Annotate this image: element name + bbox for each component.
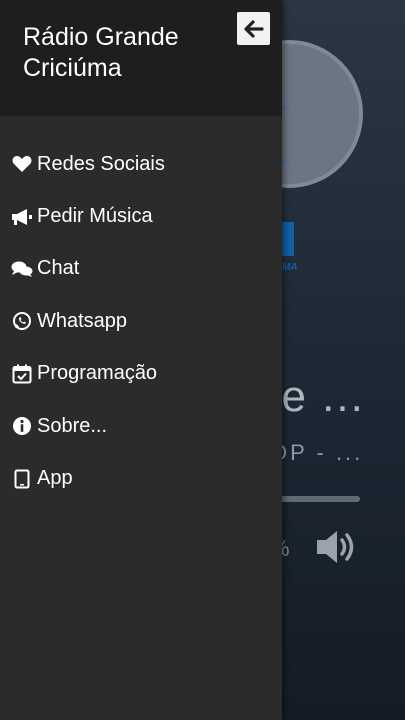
arrow-left-icon	[243, 19, 264, 38]
menu-item-app[interactable]: App	[0, 452, 282, 504]
menu-item-label: Pedir Música	[37, 205, 153, 228]
calendar-check-icon	[11, 363, 33, 385]
menu-item-label: Sobre...	[37, 414, 108, 437]
menu-item-chat[interactable]: Chat	[0, 243, 282, 295]
menu-item-whatsapp[interactable]: Whatsapp	[0, 295, 282, 347]
drawer-menu: Redes Sociais Pedir Música Chat Whatsapp…	[0, 138, 282, 505]
menu-item-sobre[interactable]: Sobre...	[0, 400, 282, 452]
menu-item-label: Chat	[37, 257, 80, 280]
logo-tag: MA	[282, 262, 298, 273]
close-drawer-button[interactable]	[237, 12, 270, 45]
now-playing-subtitle: OP - ...	[270, 440, 364, 465]
heart-icon	[11, 153, 33, 175]
drawer-title: Rádio Grande Criciúma	[23, 23, 179, 82]
chat-icon	[11, 258, 33, 280]
megaphone-icon	[11, 206, 33, 228]
menu-item-label: App	[37, 467, 73, 490]
tablet-icon	[11, 468, 33, 490]
volume-icon[interactable]	[315, 528, 361, 571]
menu-item-label: Programação	[37, 362, 158, 385]
nav-drawer: Rádio Grande Criciúma Redes Sociais Pedi…	[0, 0, 282, 720]
menu-item-label: Redes Sociais	[37, 152, 165, 175]
menu-item-programacao[interactable]: Programação	[0, 348, 282, 400]
info-icon	[11, 415, 33, 437]
whatsapp-icon	[11, 310, 33, 332]
menu-item-redes-sociais[interactable]: Redes Sociais	[0, 138, 282, 190]
menu-item-label: Whatsapp	[37, 309, 128, 332]
progress-bar[interactable]	[272, 496, 360, 502]
drawer-header: Rádio Grande Criciúma	[0, 0, 282, 116]
menu-item-pedir-musica[interactable]: Pedir Música	[0, 190, 282, 242]
